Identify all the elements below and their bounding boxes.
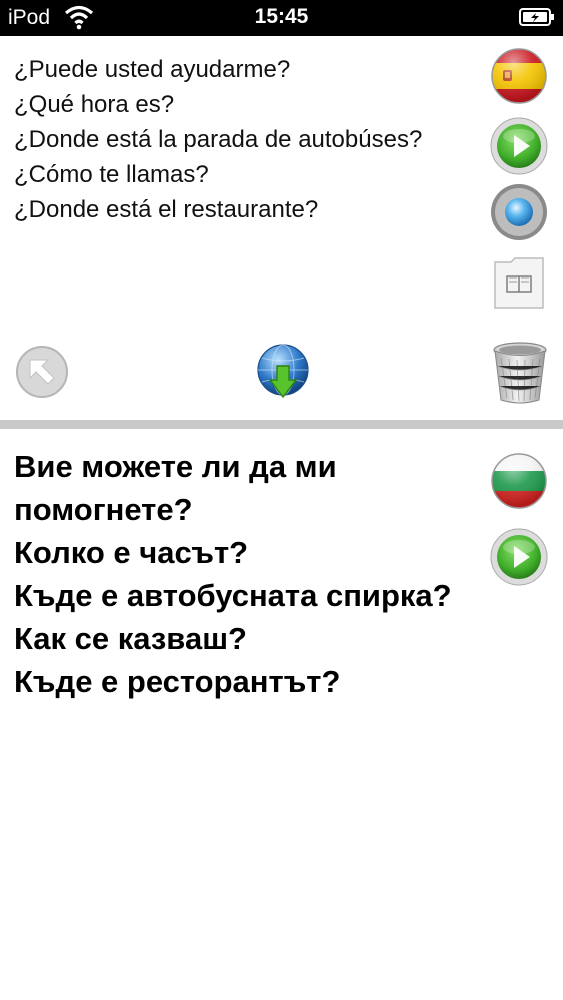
source-sentence: ¿Puede usted ayudarme? [14,56,291,83]
record-button[interactable] [489,182,549,242]
back-button[interactable] [14,344,70,400]
record-icon [491,184,547,240]
source-sentence: ¿Qué hora es? [14,91,175,118]
trash-icon [493,342,547,404]
target-pane: Вие можете ли да ми помогнете? Колко е ч… [0,429,563,1000]
source-sentence: ¿Cómo te llamas? [14,161,209,188]
source-sentence: ¿Donde está el restaurante? [14,196,319,223]
target-sentence: Колко е часът? [14,535,249,570]
target-sentence: Къде е автобусната спирка? [14,578,452,613]
status-bar: iPod 15:45 [0,0,563,36]
phrasebook-button[interactable] [489,252,549,312]
spain-flag-icon[interactable] [489,46,549,106]
globe-download-icon [257,344,309,399]
back-arrow-icon [16,346,68,398]
battery-charging-icon [519,7,555,27]
play-source-button[interactable] [489,116,549,176]
source-sentence: ¿Donde está la parada de autobúses? [14,126,423,153]
bulgaria-flag-icon[interactable] [489,451,549,511]
target-sentence: Как се казваш? [14,621,247,656]
play-icon [490,117,548,175]
trash-button[interactable] [491,340,549,406]
target-sentence: Къде е ресторантът? [14,664,341,699]
pane-divider [0,420,563,429]
target-sentence: Вие можете ли да ми помогнете? [14,449,337,527]
source-pane: ¿Puede usted ayudarme? ¿Qué hora es? ¿Do… [0,36,563,420]
clock: 15:45 [254,5,309,28]
source-sentence-list[interactable]: ¿Puede usted ayudarme? ¿Qué hora es? ¿Do… [14,52,464,227]
play-target-button[interactable] [489,527,549,587]
target-sentence-list[interactable]: Вие можете ли да ми помогнете? Колко е ч… [14,445,454,703]
play-icon [490,528,548,586]
translate-button[interactable] [253,342,313,402]
phrasebook-icon [494,257,544,309]
